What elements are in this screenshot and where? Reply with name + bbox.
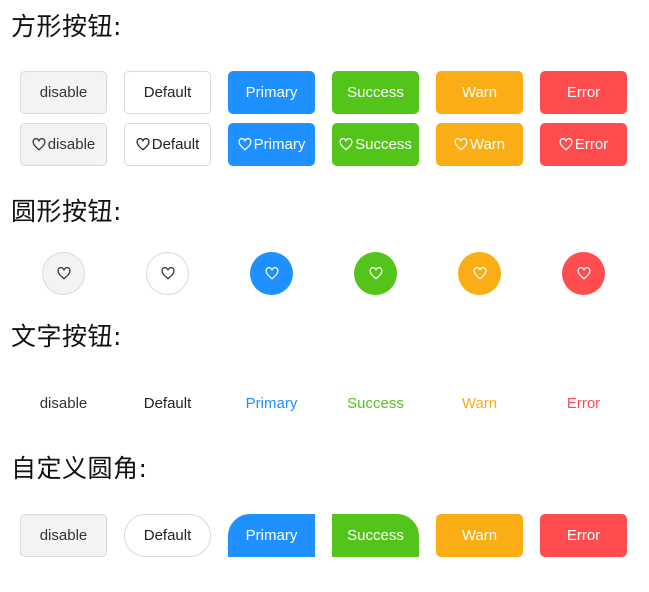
button-label: Success bbox=[347, 84, 404, 101]
button-label: Default bbox=[143, 395, 192, 412]
button-label: Success bbox=[347, 527, 404, 544]
default-icon-button[interactable]: Default bbox=[124, 123, 211, 166]
button-label: Default bbox=[143, 527, 192, 544]
button-label: Error bbox=[566, 84, 601, 101]
button-label: Success bbox=[347, 395, 404, 412]
default-circle-button[interactable] bbox=[146, 252, 189, 295]
button-label: disable bbox=[47, 136, 96, 153]
section-title-text: 文字按钮: bbox=[11, 322, 122, 351]
heart-icon bbox=[454, 138, 468, 151]
custom-radius-buttons-row: disable Default Primary Success Warn Err… bbox=[0, 514, 649, 557]
heart-icon bbox=[57, 267, 71, 280]
primary-custom-button[interactable]: Primary bbox=[228, 514, 315, 557]
section-title-square: 方形按钮: bbox=[11, 12, 122, 41]
heart-icon bbox=[265, 267, 279, 280]
heart-icon bbox=[238, 138, 252, 151]
error-custom-button[interactable]: Error bbox=[540, 514, 627, 557]
disable-button[interactable]: disable bbox=[20, 71, 107, 114]
circle-buttons-row bbox=[0, 252, 649, 295]
disable-icon-button[interactable]: disable bbox=[20, 123, 107, 166]
warn-icon-button[interactable]: Warn bbox=[436, 123, 523, 166]
button-label: Default bbox=[151, 136, 200, 153]
error-button[interactable]: Error bbox=[540, 71, 627, 114]
square-icon-buttons-row: disable Default Primary Success Warn Err… bbox=[0, 123, 649, 166]
default-custom-button[interactable]: Default bbox=[124, 514, 211, 557]
success-text-button[interactable]: Success bbox=[332, 382, 419, 425]
error-text-button[interactable]: Error bbox=[540, 382, 627, 425]
button-label: Success bbox=[355, 136, 412, 153]
button-label: disable bbox=[39, 527, 88, 544]
disable-text-button[interactable]: disable bbox=[20, 382, 107, 425]
success-custom-button[interactable]: Success bbox=[332, 514, 419, 557]
section-title-custom: 自定义圆角: bbox=[11, 454, 148, 483]
primary-icon-button[interactable]: Primary bbox=[228, 123, 315, 166]
button-label: Primary bbox=[245, 395, 298, 412]
button-label: Warn bbox=[469, 136, 506, 153]
button-label: Primary bbox=[253, 136, 306, 153]
heart-icon bbox=[473, 267, 487, 280]
warn-circle-button[interactable] bbox=[458, 252, 501, 295]
error-icon-button[interactable]: Error bbox=[540, 123, 627, 166]
button-label: Primary bbox=[245, 527, 298, 544]
button-label: Warn bbox=[461, 395, 498, 412]
success-icon-button[interactable]: Success bbox=[332, 123, 419, 166]
success-circle-button[interactable] bbox=[354, 252, 397, 295]
button-label: disable bbox=[39, 395, 88, 412]
heart-icon bbox=[32, 138, 46, 151]
success-button[interactable]: Success bbox=[332, 71, 419, 114]
warn-button[interactable]: Warn bbox=[436, 71, 523, 114]
warn-text-button[interactable]: Warn bbox=[436, 382, 523, 425]
button-label: disable bbox=[39, 84, 88, 101]
button-label: Warn bbox=[461, 84, 498, 101]
warn-custom-button[interactable]: Warn bbox=[436, 514, 523, 557]
button-label: Default bbox=[143, 84, 192, 101]
square-buttons-row: disable Default Primary Success Warn Err… bbox=[0, 71, 649, 114]
primary-button[interactable]: Primary bbox=[228, 71, 315, 114]
heart-icon bbox=[369, 267, 383, 280]
heart-icon bbox=[577, 267, 591, 280]
default-button[interactable]: Default bbox=[124, 71, 211, 114]
primary-text-button[interactable]: Primary bbox=[228, 382, 315, 425]
primary-circle-button[interactable] bbox=[250, 252, 293, 295]
disable-circle-button[interactable] bbox=[42, 252, 85, 295]
button-label: Error bbox=[566, 527, 601, 544]
disable-custom-button[interactable]: disable bbox=[20, 514, 107, 557]
button-label: Error bbox=[574, 136, 609, 153]
default-text-button[interactable]: Default bbox=[124, 382, 211, 425]
text-buttons-row: disable Default Primary Success Warn Err… bbox=[0, 382, 649, 425]
heart-icon bbox=[339, 138, 353, 151]
error-circle-button[interactable] bbox=[562, 252, 605, 295]
button-label: Warn bbox=[461, 527, 498, 544]
heart-icon bbox=[559, 138, 573, 151]
section-title-circle: 圆形按钮: bbox=[11, 197, 122, 226]
button-label: Error bbox=[566, 395, 601, 412]
heart-icon bbox=[161, 267, 175, 280]
heart-icon bbox=[136, 138, 150, 151]
button-label: Primary bbox=[245, 84, 298, 101]
